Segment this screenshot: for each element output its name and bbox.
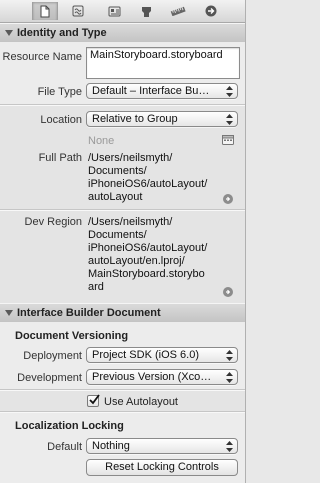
localization-locking-heading: Localization Locking	[15, 420, 124, 432]
full-path-label: Full Path	[38, 152, 82, 164]
popup-arrows-icon	[226, 372, 233, 383]
deployment-popup[interactable]: Project SDK (iOS 6.0)	[86, 347, 238, 363]
deployment-label: Deployment	[23, 350, 82, 362]
size-ruler-icon[interactable]	[166, 2, 190, 20]
disclosure-triangle-icon[interactable]	[5, 30, 13, 36]
dev-region-label: Dev Region	[24, 216, 82, 228]
development-popup[interactable]: Previous Version (Xco…	[86, 369, 238, 385]
disclosure-triangle-icon[interactable]	[5, 310, 13, 316]
reveal-in-finder-arrow-icon[interactable]	[223, 287, 233, 297]
checkmark-icon	[89, 394, 100, 405]
folder-browse-icon[interactable]	[222, 134, 234, 145]
use-autolayout-label: Use Autolayout	[104, 396, 178, 408]
popup-arrows-icon	[226, 441, 233, 452]
document-versioning-heading: Document Versioning	[15, 330, 129, 342]
attributes-icon[interactable]	[134, 2, 158, 20]
quick-help-icon[interactable]	[66, 2, 90, 20]
reset-locking-controls-button[interactable]: Reset Locking Controls	[86, 459, 238, 476]
file-type-popup[interactable]: Default – Interface Bu…	[86, 83, 238, 99]
identity-icon[interactable]	[102, 2, 126, 20]
panel-edge	[245, 0, 246, 483]
section-title: Identity and Type	[17, 27, 107, 39]
popup-arrows-icon	[226, 86, 233, 97]
use-autolayout-checkbox[interactable]	[87, 394, 100, 407]
development-label: Development	[17, 372, 82, 384]
interface-builder-document-header[interactable]: Interface Builder Document	[0, 303, 246, 323]
popup-arrows-icon	[226, 350, 233, 361]
resource-name-label: Resource Name	[2, 51, 82, 63]
full-path-value: /Users/neilsmyth/ Documents/ iPhoneiOS6/…	[88, 152, 208, 203]
location-none-text: None	[88, 135, 115, 147]
location-label: Location	[40, 114, 82, 126]
reveal-in-finder-arrow-icon[interactable]	[223, 194, 233, 204]
connections-arrow-icon[interactable]	[199, 2, 223, 20]
file-type-label: File Type	[37, 86, 82, 98]
popup-arrows-icon	[226, 114, 233, 125]
default-locking-popup[interactable]: Nothing	[86, 438, 238, 454]
resource-name-field[interactable]: MainStoryboard.storyboard	[86, 47, 240, 79]
dev-region-value: /Users/neilsmyth/ Documents/ iPhoneiOS6/…	[88, 216, 208, 293]
section-title: Interface Builder Document	[17, 307, 161, 319]
default-label: Default	[47, 441, 82, 453]
inspector-toolbar	[0, 0, 246, 23]
location-popup[interactable]: Relative to Group	[86, 111, 238, 127]
file-icon[interactable]	[32, 2, 58, 20]
identity-type-header[interactable]: Identity and Type	[0, 23, 246, 43]
